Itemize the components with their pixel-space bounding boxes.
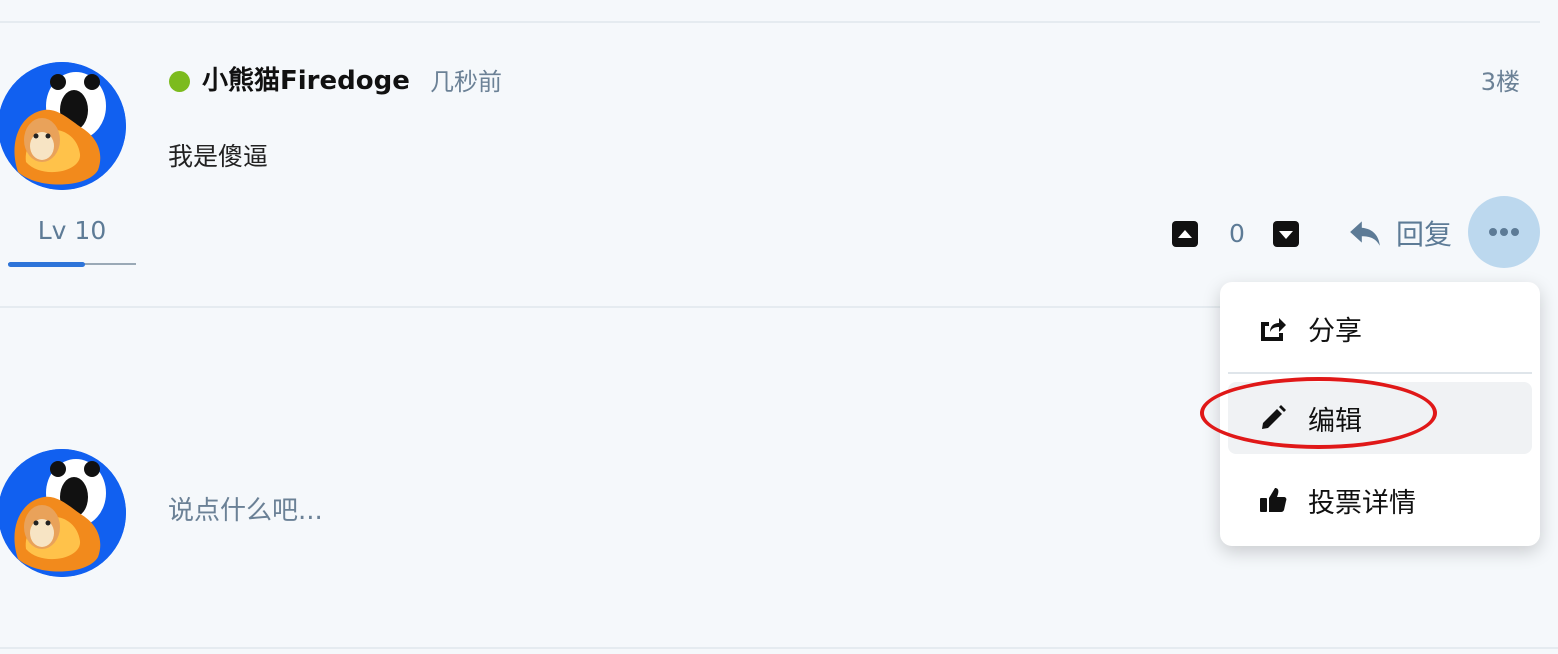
share-square-icon bbox=[1261, 318, 1286, 341]
upvote-button[interactable] bbox=[1172, 221, 1198, 247]
menu-item-label: 编辑 bbox=[1308, 405, 1362, 437]
post-content: 我是傻逼 bbox=[168, 142, 269, 171]
post-actions-menu: 分享 编辑 投票详情 bbox=[1220, 282, 1540, 546]
reply-icon bbox=[1350, 221, 1380, 246]
menu-item-edit[interactable]: 编辑 bbox=[1228, 382, 1532, 454]
level-progress-fill bbox=[8, 262, 85, 267]
user-level: Lv 10 bbox=[37, 216, 107, 245]
menu-item-label: 投票详情 bbox=[1308, 487, 1416, 519]
reply-composer-input[interactable]: 说点什么吧... bbox=[168, 492, 323, 530]
vote-count: 0 bbox=[1229, 219, 1245, 248]
pencil-icon bbox=[1262, 405, 1286, 429]
menu-item-share[interactable]: 分享 bbox=[1228, 292, 1532, 364]
menu-divider bbox=[1228, 372, 1532, 374]
bottom-divider bbox=[0, 647, 1558, 649]
composer-avatar bbox=[0, 449, 126, 577]
thumbs-up-icon bbox=[1260, 488, 1287, 512]
menu-item-label: 分享 bbox=[1308, 315, 1362, 347]
post-divider bbox=[0, 306, 1220, 308]
username[interactable]: 小熊猫Firedoge bbox=[202, 62, 410, 100]
caret-down-icon bbox=[1279, 231, 1293, 239]
ellipsis-icon bbox=[1489, 228, 1519, 236]
menu-item-vote-details[interactable]: 投票详情 bbox=[1228, 464, 1532, 536]
more-options-button[interactable] bbox=[1468, 196, 1540, 268]
post-timestamp: 几秒前 bbox=[430, 68, 502, 96]
online-status-dot bbox=[169, 71, 190, 92]
avatar[interactable] bbox=[0, 62, 126, 190]
reply-button[interactable]: 回复 bbox=[1348, 210, 1452, 256]
reply-label: 回复 bbox=[1396, 218, 1453, 251]
floor-number[interactable]: 3楼 bbox=[1481, 64, 1520, 100]
caret-up-icon bbox=[1178, 230, 1192, 238]
downvote-button[interactable] bbox=[1273, 221, 1299, 247]
top-divider bbox=[0, 21, 1540, 23]
